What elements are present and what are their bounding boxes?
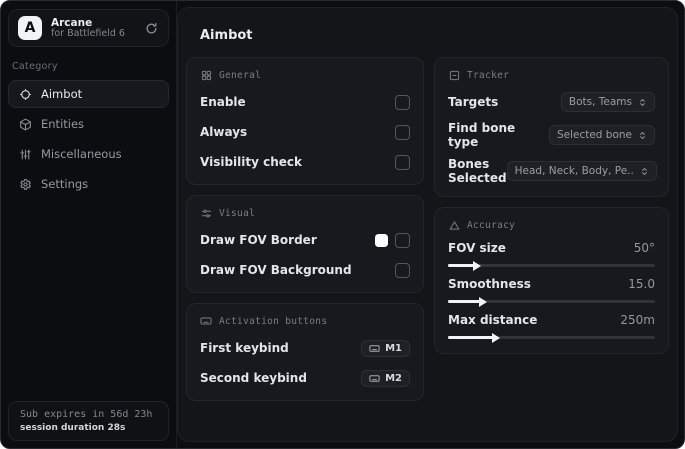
max-distance-slider-row: Max distance 250m [448, 313, 655, 343]
page-title: Aimbot [200, 28, 253, 43]
crosshair-icon [18, 87, 32, 101]
accuracy-card: Accuracy FOV size 50° Smoothness 15.0 Ma… [434, 207, 669, 354]
sidebar-item-settings[interactable]: Settings [8, 170, 169, 198]
keyboard-icon [369, 373, 380, 384]
app-logo: A [18, 16, 42, 40]
find-bone-type-dropdown[interactable]: Selected bone [548, 125, 655, 145]
sidebar-item-aimbot[interactable]: Aimbot [8, 80, 169, 108]
setting-row: Find bone type Selected bone [448, 121, 655, 149]
card-title: General [219, 69, 262, 81]
setting-row: Draw FOV Border [200, 229, 410, 251]
sliders-icon [18, 147, 32, 161]
sliders-horizontal-icon [200, 207, 212, 219]
card-title: Activation buttons [219, 315, 328, 327]
sidebar-item-label: Settings [41, 177, 89, 191]
unfold-icon [640, 166, 649, 177]
targets-dropdown[interactable]: Bots, Teams [560, 92, 655, 112]
slider-thumb[interactable] [479, 296, 488, 307]
fov-size-slider[interactable] [448, 260, 655, 271]
grid-icon [200, 69, 212, 81]
app-name: Arcane [51, 16, 93, 29]
reload-icon[interactable] [143, 20, 159, 36]
sidebar-item-entities[interactable]: Entities [8, 110, 169, 138]
max-distance-value: 250m [620, 313, 655, 327]
enable-checkbox[interactable] [395, 94, 410, 110]
square-minus-icon [448, 69, 460, 81]
setting-row: First keybind M1 [200, 337, 410, 359]
setting-row: Bones Selected Head, Neck, Body, Pe.. [448, 157, 657, 185]
app-logo-card: A Arcane for Battlefield 6 [8, 9, 169, 47]
fov-border-color-swatch[interactable] [375, 233, 388, 247]
card-title: Accuracy [467, 219, 516, 231]
sidebar: A Arcane for Battlefield 6 Category Aimb… [1, 1, 177, 448]
tracker-card: Tracker Targets Bots, Teams Find bone ty… [434, 57, 669, 197]
sidebar-item-label: Entities [41, 117, 85, 131]
fov-size-slider-row: FOV size 50° [448, 241, 655, 271]
setting-row: Enable [200, 91, 410, 113]
keyboard-icon [369, 343, 380, 354]
triangle-icon [448, 219, 460, 231]
setting-row: Targets Bots, Teams [448, 91, 655, 113]
app-window: A Arcane for Battlefield 6 Category Aimb… [0, 0, 685, 449]
keyboard-icon [200, 315, 212, 327]
smoothness-slider[interactable] [448, 296, 655, 307]
unfold-icon [638, 97, 647, 108]
session-duration-text: session duration 28s [20, 423, 126, 433]
card-title: Tracker [467, 69, 510, 81]
cube-icon [18, 117, 32, 131]
setting-row: Always [200, 121, 410, 143]
subscription-info: Sub expires in 56d 23h session duration … [8, 401, 169, 441]
slider-thumb[interactable] [472, 260, 481, 271]
slider-thumb[interactable] [491, 332, 500, 343]
app-subtitle: for Battlefield 6 [51, 27, 125, 39]
bones-selected-dropdown[interactable]: Head, Neck, Body, Pe.. [506, 161, 657, 181]
unfold-icon [638, 130, 647, 141]
setting-row: Second keybind M2 [200, 367, 410, 389]
category-label: Category [12, 61, 58, 72]
fov-size-value: 50° [633, 241, 655, 255]
setting-row: Draw FOV Background [200, 259, 410, 281]
sub-expiry-text: Sub expires in 56d 23h [20, 409, 153, 420]
max-distance-slider[interactable] [448, 332, 655, 343]
smoothness-slider-row: Smoothness 15.0 [448, 277, 655, 307]
always-checkbox[interactable] [395, 124, 410, 140]
second-keybind-button[interactable]: M2 [361, 369, 410, 387]
sidebar-item-label: Miscellaneous [41, 147, 122, 161]
visibility-check-checkbox[interactable] [395, 154, 410, 170]
setting-row: Visibility check [200, 151, 410, 173]
draw-fov-border-checkbox[interactable] [395, 232, 410, 248]
smoothness-value: 15.0 [628, 277, 655, 291]
gear-icon [18, 177, 32, 191]
draw-fov-background-checkbox[interactable] [395, 262, 410, 278]
activation-buttons-card: Activation buttons First keybind M1 Seco… [186, 303, 424, 401]
first-keybind-button[interactable]: M1 [361, 339, 410, 357]
general-card: General Enable Always Visibility check [186, 57, 424, 185]
main-panel: Aimbot General Enable Always Visibility … [177, 7, 678, 442]
sidebar-item-miscellaneous[interactable]: Miscellaneous [8, 140, 169, 168]
visual-card: Visual Draw FOV Border Draw FOV Backgrou… [186, 195, 424, 293]
sidebar-item-label: Aimbot [41, 87, 83, 101]
card-title: Visual [219, 207, 256, 219]
